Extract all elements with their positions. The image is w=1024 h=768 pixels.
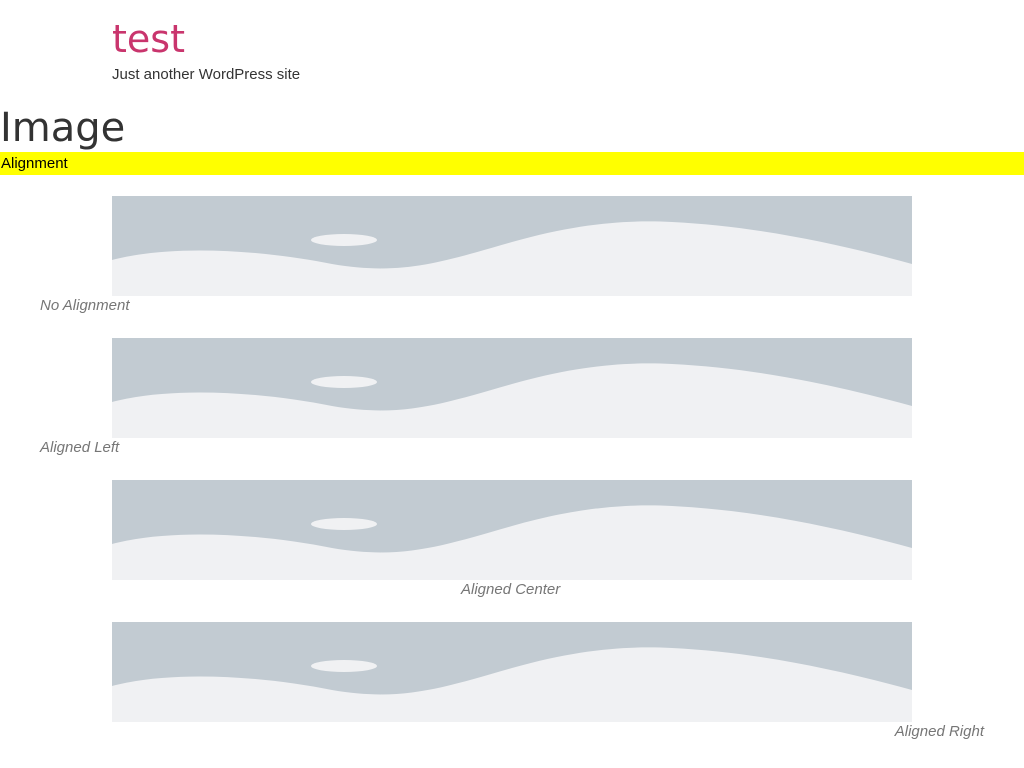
- image-figure-aligned-left: [112, 338, 912, 438]
- figure-caption: No Alignment: [40, 297, 130, 314]
- image-figure-aligned-center: [112, 480, 912, 580]
- image-figure-aligned-right: [112, 622, 912, 722]
- site-title-link[interactable]: test: [112, 17, 185, 61]
- image-placeholder-icon[interactable]: [112, 196, 912, 296]
- site-tagline: Just another WordPress site: [112, 66, 301, 83]
- section-heading-bar: Alignment: [0, 152, 1024, 175]
- image-placeholder-icon[interactable]: [112, 480, 912, 580]
- image-placeholder-icon[interactable]: [112, 338, 912, 438]
- image-placeholder-icon[interactable]: [112, 622, 912, 722]
- page-title: Image: [0, 105, 126, 151]
- figure-caption: Aligned Center: [461, 581, 561, 598]
- figure-caption: Aligned Right: [894, 723, 984, 740]
- section-heading: Alignment: [1, 155, 68, 172]
- figure-caption: Aligned Left: [40, 439, 120, 456]
- image-figure-no-alignment: [112, 196, 912, 296]
